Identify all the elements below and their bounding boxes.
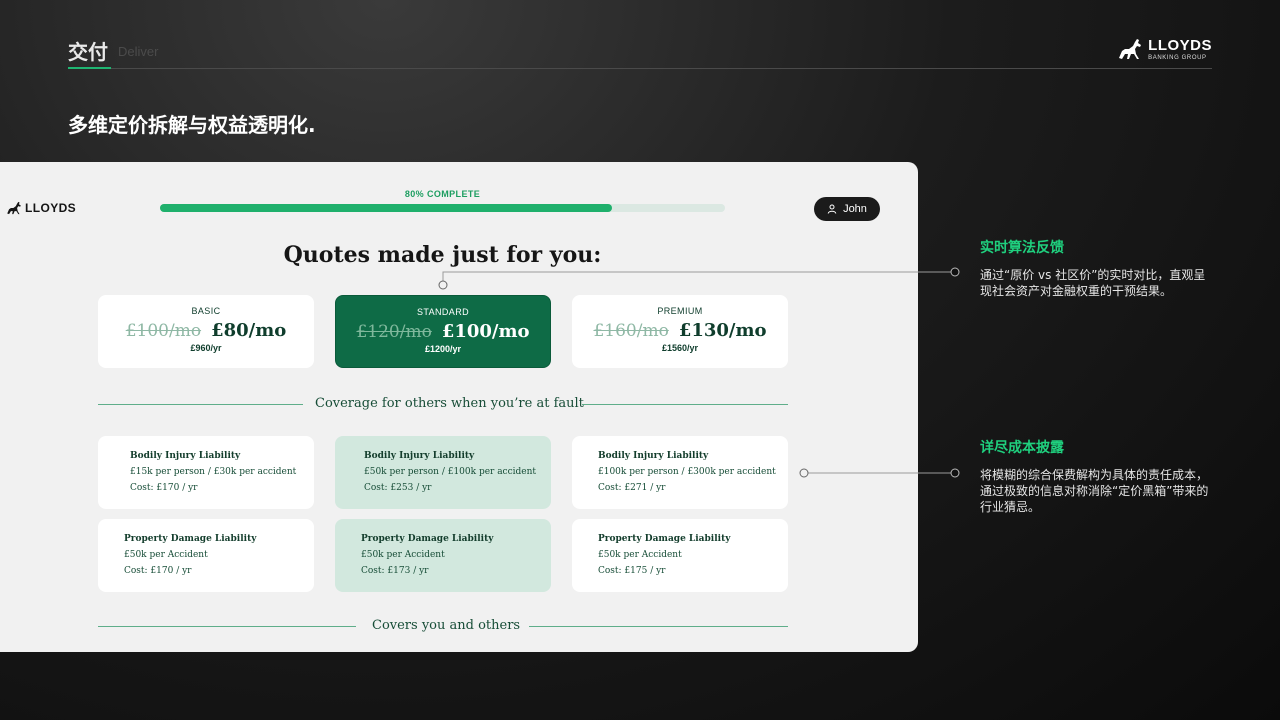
- progress-fill: [160, 204, 612, 212]
- callout-cost-disclosure: 详尽成本披露 将模糊的综合保费解构为具体的责任成本，通过极致的信息对称消除“定价…: [980, 437, 1215, 515]
- plan-yearly-price: £1560/yr: [661, 343, 699, 353]
- callout-realtime-feedback: 实时算法反馈 通过“原价 vs 社区价”的实时对比，直观呈现社会资产对金融权重的…: [980, 237, 1215, 299]
- plan-old-price: £100/mo: [125, 321, 202, 341]
- slide-title: 多维定价拆解与权益透明化.: [68, 113, 316, 137]
- covers-divider-right: [529, 626, 788, 627]
- leader-dot-end-2: [950, 468, 960, 478]
- coverage-title: Bodily Injury Liability: [598, 451, 709, 461]
- bodily-injury-card-standard[interactable]: Bodily Injury Liability £50k per person …: [335, 436, 551, 509]
- coverage-cost: Cost: £173 / yr: [361, 566, 429, 576]
- slide-header: 交付 Deliver LLOYDS BANKING GROUP: [68, 34, 1212, 70]
- coverage-cost: Cost: £170 / yr: [130, 483, 198, 493]
- leader-dot-end-1: [950, 267, 960, 277]
- coverage-title: Bodily Injury Liability: [130, 451, 241, 461]
- callout-title: 实时算法反馈: [980, 240, 1064, 256]
- property-damage-card-standard[interactable]: Property Damage Liability £50k per Accid…: [335, 519, 551, 592]
- bodily-injury-card-premium[interactable]: Bodily Injury Liability £100k per person…: [572, 436, 788, 509]
- coverage-limit: £50k per Accident: [361, 550, 445, 560]
- coverage-limit: £50k per Accident: [124, 550, 208, 560]
- plan-old-price: £160/mo: [593, 321, 669, 341]
- horse-logo-icon: [1119, 39, 1142, 59]
- mock-logo-text: LLOYDS: [25, 201, 77, 215]
- coverage-cost: Cost: £253 / yr: [364, 483, 432, 493]
- quote-mockup: LLOYDS 80% COMPLETE John Quotes made jus…: [0, 162, 918, 652]
- header-divider: [68, 68, 1212, 69]
- plan-old-price: £120/mo: [356, 322, 432, 342]
- coverage-divider-left: [98, 404, 303, 405]
- coverage-divider-right: [582, 404, 788, 405]
- brand-logo: LLOYDS BANKING GROUP: [1116, 34, 1212, 64]
- user-menu-button[interactable]: John: [814, 197, 880, 221]
- brand-name: LLOYDS: [1148, 36, 1212, 54]
- progress-label: 80% COMPLETE: [404, 189, 481, 199]
- property-damage-card-premium[interactable]: Property Damage Liability £50k per Accid…: [572, 519, 788, 592]
- plan-card-basic[interactable]: BASIC £100/mo £80/mo £960/yr: [98, 295, 314, 368]
- plan-yearly-price: £1200/yr: [424, 344, 462, 354]
- coverage-title: Property Damage Liability: [124, 534, 257, 544]
- coverage-cost: Cost: £271 / yr: [598, 483, 666, 493]
- coverage-title: Bodily Injury Liability: [364, 451, 475, 461]
- plan-card-standard[interactable]: STANDARD £120/mo £100/mo £1200/yr: [335, 295, 551, 368]
- coverage-title: Property Damage Liability: [598, 534, 731, 544]
- coverage-title: Property Damage Liability: [361, 534, 494, 544]
- mock-logo[interactable]: LLOYDS: [5, 200, 76, 216]
- horse-logo-icon: [7, 201, 21, 215]
- section-subtitle: Deliver: [118, 44, 159, 59]
- user-icon: [827, 204, 837, 214]
- covers-section-label: Covers you and others: [372, 618, 521, 633]
- coverage-cost: Cost: £170 / yr: [124, 566, 192, 576]
- plan-yearly-price: £960/yr: [190, 343, 222, 353]
- bodily-injury-card-basic[interactable]: Bodily Injury Liability £15k per person …: [98, 436, 314, 509]
- plan-name: STANDARD: [416, 307, 470, 317]
- user-name: John: [843, 203, 867, 215]
- plan-new-price: £100/mo: [441, 321, 530, 342]
- callout-title: 详尽成本披露: [980, 440, 1064, 456]
- plan-card-premium[interactable]: PREMIUM £160/mo £130/mo £1560/yr: [572, 295, 788, 368]
- property-damage-card-basic[interactable]: Property Damage Liability £50k per Accid…: [98, 519, 314, 592]
- brand-subtitle: BANKING GROUP: [1148, 54, 1207, 61]
- coverage-cost: Cost: £175 / yr: [598, 566, 666, 576]
- plan-name: PREMIUM: [657, 306, 703, 316]
- covers-divider-left: [98, 626, 356, 627]
- plan-new-price: £130/mo: [678, 320, 767, 341]
- callout-body: 通过“原价 vs 社区价”的实时对比，直观呈现社会资产对金融权重的干预结果。: [980, 268, 1206, 298]
- coverage-limit: £50k per person / £100k per accident: [364, 467, 537, 477]
- quotes-heading: Quotes made just for you:: [283, 242, 602, 268]
- section-title: 交付: [68, 40, 108, 64]
- callout-body: 将模糊的综合保费解构为具体的责任成本，通过极致的信息对称消除“定价黑箱”带来的行…: [980, 468, 1209, 514]
- plan-name: BASIC: [191, 306, 221, 316]
- coverage-limit: £50k per Accident: [598, 550, 682, 560]
- coverage-limit: £15k per person / £30k per accident: [130, 467, 297, 477]
- coverage-section-label: Coverage for others when you’re at fault: [315, 396, 584, 411]
- plan-new-price: £80/mo: [211, 320, 287, 341]
- header-accent-bar: [68, 67, 111, 69]
- progress-bar: [160, 204, 725, 212]
- coverage-limit: £100k per person / £300k per accident: [598, 467, 776, 477]
